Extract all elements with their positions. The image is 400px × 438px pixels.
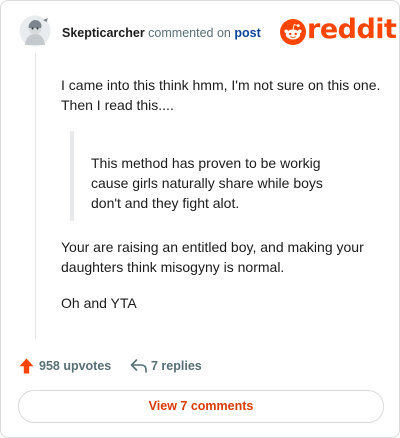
upvote-button[interactable]: 958 upvotes [19, 355, 111, 377]
comment-verb: commented on [148, 26, 231, 40]
reddit-logo[interactable]: reddit [280, 14, 397, 46]
reddit-wordmark: reddit [307, 14, 397, 45]
reply-arrow-icon [130, 359, 147, 373]
upvotes-count: 958 upvotes [39, 359, 112, 373]
author-name[interactable]: Skepticarcher [62, 26, 145, 40]
comment-paragraph-1: I came into this think hmm, I'm not sure… [61, 77, 381, 113]
comment-actions: 958 upvotes 7 replies [19, 355, 379, 377]
comment-meta: Skepticarcher commented on post [62, 26, 261, 40]
avatar-icon [19, 15, 51, 47]
comment-paragraph-3: Oh and YTA [61, 295, 137, 311]
reddit-snoo-icon [280, 19, 306, 45]
thread-line [35, 53, 36, 339]
blockquote: This method has proven to be workig caus… [70, 131, 344, 221]
comment-header: Skepticarcher commented on post reddit [17, 14, 397, 51]
comment-card: Skepticarcher commented on post reddit I… [0, 0, 400, 438]
replies-count: 7 replies [151, 359, 202, 373]
upvote-arrow-icon [19, 358, 34, 374]
view-comments-button[interactable]: View 7 comments [18, 390, 384, 423]
post-link[interactable]: post [234, 26, 260, 40]
reply-button[interactable]: 7 replies [130, 355, 202, 377]
user-avatar[interactable] [19, 15, 51, 47]
comment-paragraph-2: Your are raising an entitled boy, and ma… [61, 239, 364, 275]
quote-text: This method has proven to be workig caus… [91, 155, 323, 211]
